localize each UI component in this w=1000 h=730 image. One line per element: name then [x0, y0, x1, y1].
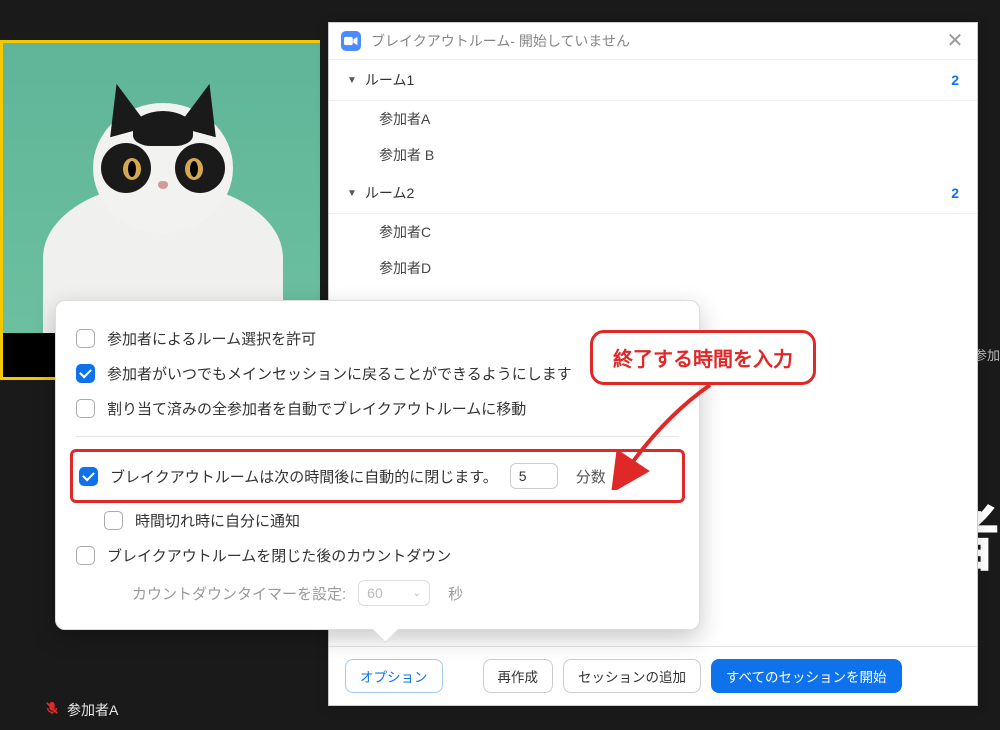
options-button[interactable]: オプション [345, 659, 443, 693]
room-header-2[interactable]: ▼ ルーム2 2 [329, 173, 977, 214]
participant-name-label: 参加者A [67, 700, 118, 720]
dialog-titlebar: ブレイクアウトルーム- 開始していません ✕ [329, 23, 977, 60]
option-allow-choose[interactable]: 参加者によるルーム選択を許可 [76, 321, 679, 356]
checkbox-unchecked-icon[interactable] [76, 329, 95, 348]
room-header-1[interactable]: ▼ ルーム1 2 [329, 60, 977, 101]
recreate-button[interactable]: 再作成 [483, 659, 554, 693]
participant-item[interactable]: 参加者A [329, 101, 977, 137]
checkbox-unchecked-icon[interactable] [76, 546, 95, 565]
checkbox-unchecked-icon[interactable] [104, 511, 123, 530]
option-label: ブレイクアウトルームを閉じた後のカウントダウン [107, 545, 451, 566]
dialog-title: ブレイクアウトルーム- 開始していません [371, 31, 945, 51]
participant-item[interactable]: 参加者D [329, 250, 977, 286]
dialog-footer: オプション 再作成 セッションの追加 すべてのセッションを開始 [329, 646, 977, 705]
room-count: 2 [951, 185, 959, 201]
auto-close-minutes-input[interactable] [510, 463, 558, 489]
unit-label: 秒 [448, 583, 463, 604]
start-all-sessions-button[interactable]: すべてのセッションを開始 [711, 659, 902, 693]
caret-down-icon: ▼ [347, 75, 357, 86]
option-auto-close[interactable]: ブレイクアウトルームは次の時間後に自動的に閉じます。 分数 [79, 456, 676, 496]
option-label: 参加者によるルーム選択を許可 [107, 328, 316, 349]
option-label: ブレイクアウトルームは次の時間後に自動的に閉じます。 [110, 466, 498, 487]
zoom-icon [341, 31, 361, 51]
unit-label: 分数 [576, 466, 606, 487]
mute-icon [45, 701, 59, 718]
participant-item[interactable]: 参加者 B [329, 137, 977, 173]
option-allow-return[interactable]: 参加者がいつでもメインセッションに戻ることができるようにします [76, 356, 679, 391]
annotation-callout: 終了する時間を入力 [590, 330, 816, 385]
close-button[interactable]: ✕ [945, 31, 965, 51]
countdown-timer-select: 60 ⌄ [358, 580, 430, 606]
video-thumbnail [3, 43, 320, 333]
room-name: ルーム1 [365, 70, 951, 90]
participant-item[interactable]: 参加者C [329, 214, 977, 250]
checkbox-unchecked-icon[interactable] [76, 399, 95, 418]
room-count: 2 [951, 72, 959, 88]
option-label: 時間切れ時に自分に通知 [135, 510, 300, 531]
checkbox-checked-icon[interactable] [76, 364, 95, 383]
room-name: ルーム2 [365, 183, 951, 203]
chevron-down-icon: ⌄ [413, 588, 421, 599]
option-auto-move[interactable]: 割り当て済みの全参加者を自動でブレイクアウトルームに移動 [76, 391, 679, 426]
option-countdown-timer: カウントダウンタイマーを設定: 60 ⌄ 秒 [76, 573, 679, 613]
option-label: 割り当て済みの全参加者を自動でブレイクアウトルームに移動 [107, 398, 526, 419]
option-label: 参加者がいつでもメインセッションに戻ることができるようにします [107, 363, 572, 384]
caret-down-icon: ▼ [347, 188, 357, 199]
divider [76, 436, 679, 437]
option-label: カウントダウンタイマーを設定: [132, 583, 346, 604]
add-session-button[interactable]: セッションの追加 [563, 659, 701, 693]
annotation-highlight: ブレイクアウトルームは次の時間後に自動的に閉じます。 分数 [70, 449, 685, 503]
checkbox-checked-icon[interactable] [79, 467, 98, 486]
room-list: ▼ ルーム1 2 参加者A 参加者 B ▼ ルーム2 2 参加者C 参加者D [329, 60, 977, 286]
option-countdown-after-close[interactable]: ブレイクアウトルームを閉じた後のカウントダウン [76, 538, 679, 573]
option-notify-timeout[interactable]: 時間切れ時に自分に通知 [76, 503, 679, 538]
